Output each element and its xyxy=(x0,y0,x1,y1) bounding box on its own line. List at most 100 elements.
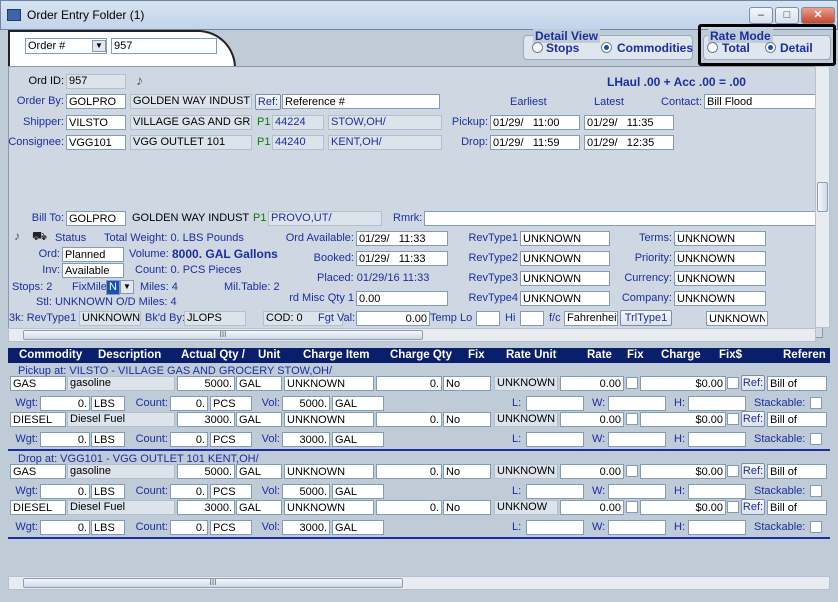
ord-available-input[interactable] xyxy=(356,231,448,246)
actual-qty-input[interactable] xyxy=(177,376,235,391)
currency-input[interactable] xyxy=(674,271,766,286)
weight-unit-input[interactable] xyxy=(91,484,125,499)
actual-qty-input[interactable] xyxy=(177,464,235,479)
commodity-code-input[interactable] xyxy=(10,412,66,427)
shipper-input[interactable] xyxy=(66,115,126,130)
inv-status-input[interactable] xyxy=(62,263,124,278)
rate-fix-checkbox[interactable] xyxy=(626,501,638,513)
actual-qty-input[interactable] xyxy=(177,500,235,515)
charge-input[interactable] xyxy=(640,500,726,515)
weight-unit-input[interactable] xyxy=(91,432,125,447)
booked-input[interactable] xyxy=(356,251,448,266)
col-charge[interactable]: Charge xyxy=(661,349,701,361)
ref-button[interactable]: Ref: xyxy=(741,375,765,391)
rate-fix-checkbox[interactable] xyxy=(626,413,638,425)
priority-input[interactable] xyxy=(674,251,766,266)
reference-input[interactable] xyxy=(767,412,827,427)
col-rate-unit[interactable]: Rate Unit xyxy=(506,349,556,361)
length-input[interactable] xyxy=(526,484,584,499)
length-input[interactable] xyxy=(526,396,584,411)
volume-unit-input[interactable] xyxy=(332,396,384,411)
stackable-checkbox[interactable] xyxy=(810,433,822,445)
revtype2-input[interactable] xyxy=(520,251,610,266)
radio-total[interactable] xyxy=(707,42,718,53)
trltype-input[interactable] xyxy=(706,311,768,326)
ord-status-input[interactable] xyxy=(62,247,124,262)
radio-commodities[interactable] xyxy=(601,42,612,53)
charge-input[interactable] xyxy=(640,412,726,427)
order-number-input[interactable] xyxy=(111,38,217,54)
ref-button[interactable]: Ref: xyxy=(741,499,765,515)
close-button[interactable]: ✕ xyxy=(801,7,835,24)
contact-input[interactable] xyxy=(704,94,816,109)
truck-icon[interactable]: ⛟ xyxy=(32,229,47,245)
grid-hscroll-thumb[interactable]: III xyxy=(23,578,403,588)
col-charge-item[interactable]: Charge Item xyxy=(303,349,369,361)
stackable-checkbox[interactable] xyxy=(810,485,822,497)
reference-input[interactable] xyxy=(767,464,827,479)
qty-unit-input[interactable] xyxy=(236,464,282,479)
drop-latest-input[interactable] xyxy=(584,135,674,150)
panel-vscroll-thumb[interactable] xyxy=(817,182,828,212)
consignee-input[interactable] xyxy=(66,135,126,150)
charge-item-input[interactable] xyxy=(284,376,374,391)
charge-fix-checkbox[interactable] xyxy=(727,413,739,425)
minimize-button[interactable]: – xyxy=(749,7,773,24)
height-input[interactable] xyxy=(688,484,746,499)
rate-input[interactable] xyxy=(560,376,624,391)
revtype1-input[interactable] xyxy=(520,231,610,246)
col-reference[interactable]: Referen xyxy=(783,349,826,361)
ref-button[interactable]: Ref: xyxy=(741,463,765,479)
count-unit-input[interactable] xyxy=(210,396,252,411)
rate-input[interactable] xyxy=(560,464,624,479)
company-input[interactable] xyxy=(674,291,766,306)
count-input[interactable] xyxy=(170,432,208,447)
reference-input[interactable] xyxy=(767,500,827,515)
commodity-code-input[interactable] xyxy=(10,500,66,515)
reference-input[interactable] xyxy=(767,376,827,391)
charge-fix-checkbox[interactable] xyxy=(727,377,739,389)
qty-unit-input[interactable] xyxy=(236,412,282,427)
length-input[interactable] xyxy=(526,520,584,535)
charge-item-input[interactable] xyxy=(284,412,374,427)
reference-input[interactable] xyxy=(282,94,440,109)
commodity-code-input[interactable] xyxy=(10,376,66,391)
count-input[interactable] xyxy=(170,520,208,535)
weight-unit-input[interactable] xyxy=(91,396,125,411)
charge-qty-input[interactable] xyxy=(376,412,442,427)
volume-input[interactable] xyxy=(282,520,330,535)
charge-item-input[interactable] xyxy=(284,464,374,479)
col-description[interactable]: Description xyxy=(98,349,161,361)
volume-unit-input[interactable] xyxy=(332,432,384,447)
rd-misc-input[interactable] xyxy=(356,291,448,306)
col-rate[interactable]: Rate xyxy=(587,349,612,361)
volume-unit-input[interactable] xyxy=(332,484,384,499)
panel-vertical-scrollbar[interactable] xyxy=(815,66,830,328)
chevron-down-icon[interactable]: ▼ xyxy=(120,280,134,294)
radio-stops[interactable] xyxy=(532,42,543,53)
pickup-latest-input[interactable] xyxy=(584,115,674,130)
charge-fix-input[interactable] xyxy=(443,412,491,427)
rate-fix-checkbox[interactable] xyxy=(626,377,638,389)
charge-fix-checkbox[interactable] xyxy=(727,465,739,477)
stackable-checkbox[interactable] xyxy=(810,521,822,533)
col-fix[interactable]: Fix xyxy=(468,349,485,361)
width-input[interactable] xyxy=(608,396,666,411)
pickup-earliest-input[interactable] xyxy=(490,115,580,130)
temp-lo-input[interactable] xyxy=(476,311,500,326)
height-input[interactable] xyxy=(688,396,746,411)
radio-detail[interactable] xyxy=(765,42,776,53)
remark-input[interactable] xyxy=(424,211,816,226)
trltype-button[interactable]: TrlType1 xyxy=(620,310,672,326)
length-input[interactable] xyxy=(526,432,584,447)
volume-input[interactable] xyxy=(282,484,330,499)
count-input[interactable] xyxy=(170,484,208,499)
commodity-code-input[interactable] xyxy=(10,464,66,479)
volume-unit-input[interactable] xyxy=(332,520,384,535)
bill-to-input[interactable] xyxy=(66,211,126,226)
qty-unit-input[interactable] xyxy=(236,500,282,515)
col-unit[interactable]: Unit xyxy=(258,349,280,361)
charge-input[interactable] xyxy=(640,464,726,479)
music-note-icon[interactable]: ♪ xyxy=(14,229,20,243)
height-input[interactable] xyxy=(688,432,746,447)
